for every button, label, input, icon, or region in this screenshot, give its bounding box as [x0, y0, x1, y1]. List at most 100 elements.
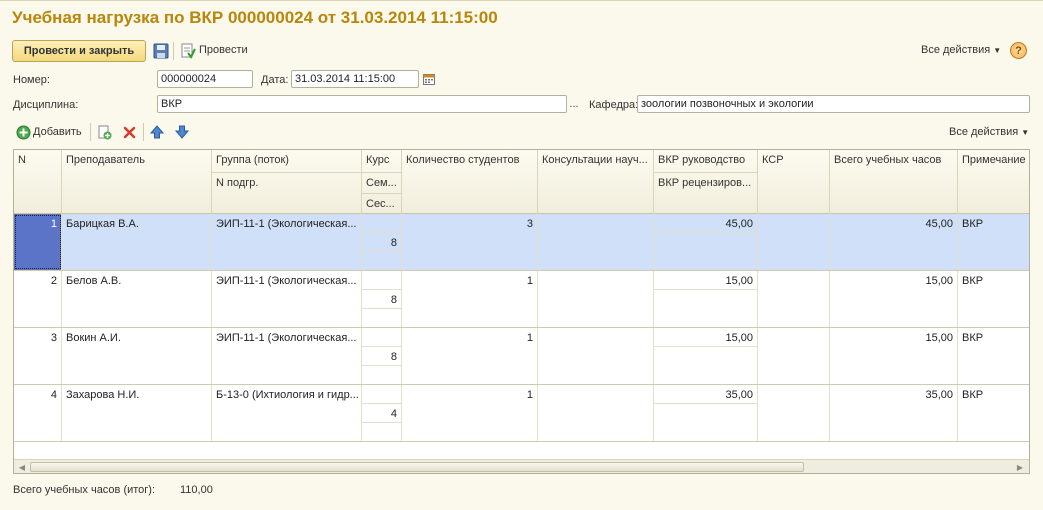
cell-group[interactable]: ЭИП-11-1 (Экологическая... — [212, 214, 362, 270]
header-teacher[interactable]: Преподаватель — [62, 150, 212, 214]
post-button[interactable]: Провести — [199, 44, 248, 56]
cell-divider — [362, 289, 402, 290]
window-top-border — [0, 0, 1043, 3]
add-button[interactable]: Добавить — [33, 126, 82, 138]
total-hours-value: 110,00 — [180, 484, 213, 496]
cell-teacher[interactable]: Вокин А.И. — [62, 328, 212, 384]
cell-ksr[interactable] — [758, 271, 830, 327]
discipline-label: Дисциплина: — [13, 99, 79, 111]
cell-vkr-lead[interactable]: 45,00 — [654, 214, 758, 270]
date-field[interactable]: 31.03.2014 11:15:00 — [291, 70, 419, 88]
header-students[interactable]: Количество студентов — [402, 150, 538, 214]
table-row[interactable]: 4 Захарова Н.И. Б-13-0 (Ихтиология и гид… — [14, 385, 1029, 442]
cell-consultations[interactable] — [538, 271, 654, 327]
cell-consultations[interactable] — [538, 214, 654, 270]
cell-students[interactable]: 3 — [402, 214, 538, 270]
cell-note[interactable]: ВКР — [958, 385, 1029, 441]
header-n[interactable]: N — [14, 150, 62, 214]
cell-consultations[interactable] — [538, 385, 654, 441]
cell-divider — [654, 232, 758, 233]
select-ellipsis-icon[interactable]: ... — [566, 95, 582, 113]
cell-semester[interactable]: 8 — [362, 271, 402, 327]
cell-ksr[interactable] — [758, 385, 830, 441]
cell-students[interactable]: 1 — [402, 328, 538, 384]
cell-teacher[interactable]: Белов А.В. — [62, 271, 212, 327]
table-header: N Преподаватель Группа (поток) N подгр. … — [14, 150, 1029, 214]
cell-note[interactable]: ВКР — [958, 271, 1029, 327]
header-subgroup[interactable]: N подгр. — [212, 172, 362, 214]
department-field[interactable]: зоологии позвоночных и экологии — [637, 95, 1030, 113]
cell-total-hours[interactable]: 45,00 — [830, 214, 958, 270]
cell-total-hours[interactable]: 15,00 — [830, 271, 958, 327]
cell-semester[interactable]: 4 — [362, 385, 402, 441]
cell-teacher[interactable]: Захарова Н.И. — [62, 385, 212, 441]
header-total-hours[interactable]: Всего учебных часов — [830, 150, 958, 214]
header-vkr-lead[interactable]: ВКР руководство — [654, 150, 758, 172]
scroll-right-icon[interactable]: ▶ — [1014, 461, 1026, 473]
header-note[interactable]: Примечание — [958, 150, 1029, 214]
cell-vkr-lead[interactable]: 35,00 — [654, 385, 758, 441]
cell-group[interactable]: ЭИП-11-1 (Экологическая... — [212, 271, 362, 327]
cell-students[interactable]: 1 — [402, 385, 538, 441]
header-session[interactable]: Сес... — [362, 193, 402, 214]
header-consultations[interactable]: Консультации науч... — [538, 150, 654, 214]
cell-note[interactable]: ВКР — [958, 328, 1029, 384]
cell-divider — [654, 346, 758, 347]
total-hours-label: Всего учебных часов (итог): — [13, 484, 156, 496]
cell-note[interactable]: ВКР — [958, 214, 1029, 270]
header-ksr[interactable]: КСР — [758, 150, 830, 214]
discipline-field[interactable]: ВКР — [157, 95, 567, 113]
table-all-actions-label: Все действия — [949, 126, 1019, 138]
teachers-table[interactable]: N Преподаватель Группа (поток) N подгр. … — [13, 149, 1030, 474]
move-up-icon[interactable] — [149, 124, 165, 140]
cell-n[interactable]: 1 — [14, 214, 62, 270]
cell-students[interactable]: 1 — [402, 271, 538, 327]
table-row[interactable]: 2 Белов А.В. ЭИП-11-1 (Экологическая... … — [14, 271, 1029, 328]
number-field[interactable]: 000000024 — [157, 70, 253, 88]
save-icon[interactable] — [152, 42, 170, 60]
post-and-close-button[interactable]: Провести и закрыть — [12, 40, 146, 62]
cell-n[interactable]: 4 — [14, 385, 62, 441]
dropdown-arrow-icon: ▼ — [993, 46, 1002, 55]
cell-total-hours[interactable]: 15,00 — [830, 328, 958, 384]
cell-ksr[interactable] — [758, 328, 830, 384]
move-down-icon[interactable] — [174, 124, 190, 140]
all-actions-menu[interactable]: Все действия ▼ — [921, 44, 1001, 56]
table-row[interactable]: 1 Барицкая В.А. ЭИП-11-1 (Экологическая.… — [14, 214, 1029, 271]
add-icon[interactable] — [15, 124, 31, 140]
toolbar-separator — [143, 123, 144, 141]
cell-divider — [654, 289, 758, 290]
cell-group[interactable]: ЭИП-11-1 (Экологическая... — [212, 328, 362, 384]
toolbar-separator — [173, 42, 174, 60]
dropdown-arrow-icon: ▼ — [1021, 128, 1030, 137]
help-icon[interactable]: ? — [1010, 42, 1027, 59]
cell-teacher[interactable]: Барицкая В.А. — [62, 214, 212, 270]
cell-consultations[interactable] — [538, 328, 654, 384]
cell-group[interactable]: Б-13-0 (Ихтиология и гидр... — [212, 385, 362, 441]
delete-icon[interactable] — [121, 124, 137, 140]
table-row[interactable]: 3 Вокин А.И. ЭИП-11-1 (Экологическая... … — [14, 328, 1029, 385]
header-semester[interactable]: Сем... — [362, 172, 402, 193]
header-course[interactable]: Курс — [362, 150, 402, 172]
number-label: Номер: — [13, 74, 50, 86]
cell-total-hours[interactable]: 35,00 — [830, 385, 958, 441]
table-all-actions-menu[interactable]: Все действия ▼ — [949, 126, 1029, 138]
copy-row-icon[interactable] — [96, 124, 112, 140]
scroll-left-icon[interactable]: ◀ — [16, 461, 28, 473]
header-group[interactable]: Группа (поток) — [212, 150, 362, 172]
cell-ksr[interactable] — [758, 214, 830, 270]
cell-divider — [362, 308, 402, 309]
cell-vkr-lead[interactable]: 15,00 — [654, 271, 758, 327]
cell-semester[interactable]: 8 — [362, 214, 402, 270]
cell-vkr-lead[interactable]: 15,00 — [654, 328, 758, 384]
cell-n[interactable]: 2 — [14, 271, 62, 327]
page-title: Учебная нагрузка по ВКР 000000024 от 31.… — [12, 8, 498, 27]
cell-n[interactable]: 3 — [14, 328, 62, 384]
post-document-icon[interactable] — [179, 42, 197, 60]
scrollbar-thumb[interactable] — [30, 462, 804, 472]
horizontal-scrollbar[interactable]: ◀ ▶ — [14, 459, 1029, 473]
header-vkr-review[interactable]: ВКР рецензиров... — [654, 172, 758, 214]
cell-divider — [654, 403, 758, 404]
cell-semester[interactable]: 8 — [362, 328, 402, 384]
calendar-icon[interactable] — [421, 70, 437, 88]
